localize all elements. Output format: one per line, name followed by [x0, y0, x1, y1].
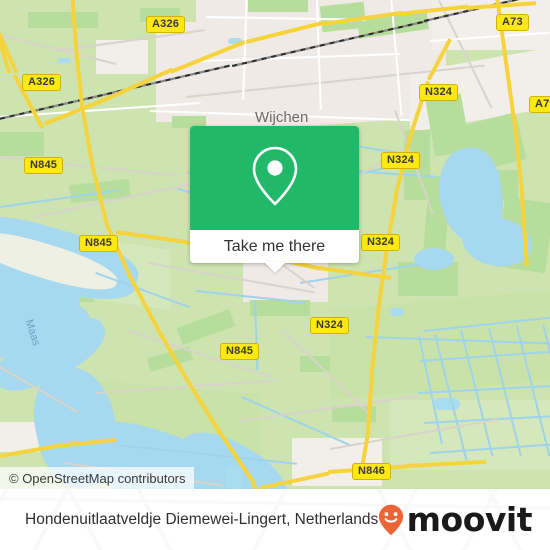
- moovit-smiley-pin-icon: [378, 504, 404, 536]
- road-shield-n324-1[interactable]: N324: [419, 84, 459, 101]
- map-pin-icon: [247, 142, 303, 215]
- card-pointer-tail: [264, 262, 286, 273]
- road-shield-n324-4[interactable]: N324: [310, 317, 350, 334]
- road-shield-n324-2[interactable]: N324: [381, 152, 421, 169]
- road-shield-a326-1[interactable]: A326: [146, 16, 186, 33]
- location-title-text: Hondenuitlaatveldje Diemewei-Lingert, Ne…: [25, 510, 379, 528]
- take-me-there-card[interactable]: Take me there: [190, 126, 359, 263]
- card-action-bar[interactable]: Take me there: [190, 230, 359, 263]
- take-me-there-label: Take me there: [223, 237, 326, 255]
- road-shield-n845-2[interactable]: N845: [79, 235, 119, 252]
- card-icon-area: [190, 126, 359, 230]
- map-place-label-wijchen: Wijchen: [255, 109, 309, 126]
- osm-attribution[interactable]: © OpenStreetMap contributors: [0, 467, 194, 489]
- road-shield-n845-3[interactable]: N845: [220, 343, 260, 360]
- osm-attribution-label: © OpenStreetMap contributors: [9, 470, 186, 486]
- footer-bar: Hondenuitlaatveldje Diemewei-Lingert, Ne…: [0, 489, 550, 550]
- moovit-brand[interactable]: moovit: [378, 489, 533, 550]
- road-shield-n845-1[interactable]: N845: [24, 157, 64, 174]
- road-shield-n324-3[interactable]: N324: [361, 234, 401, 251]
- road-shield-a73-1[interactable]: A73: [496, 14, 529, 31]
- road-shield-n846-1[interactable]: N846: [352, 463, 392, 480]
- road-shield-a73-2[interactable]: A73: [529, 96, 550, 113]
- map-canvas[interactable]: Wijchen Maas A326 A326 A73 N324 A73 N324…: [0, 0, 550, 489]
- location-title: Hondenuitlaatveldje Diemewei-Lingert, Ne…: [25, 489, 378, 550]
- screenshot-root: Wijchen Maas A326 A326 A73 N324 A73 N324…: [0, 0, 550, 550]
- moovit-wordmark: moovit: [406, 500, 533, 539]
- road-shield-a326-2[interactable]: A326: [22, 74, 62, 91]
